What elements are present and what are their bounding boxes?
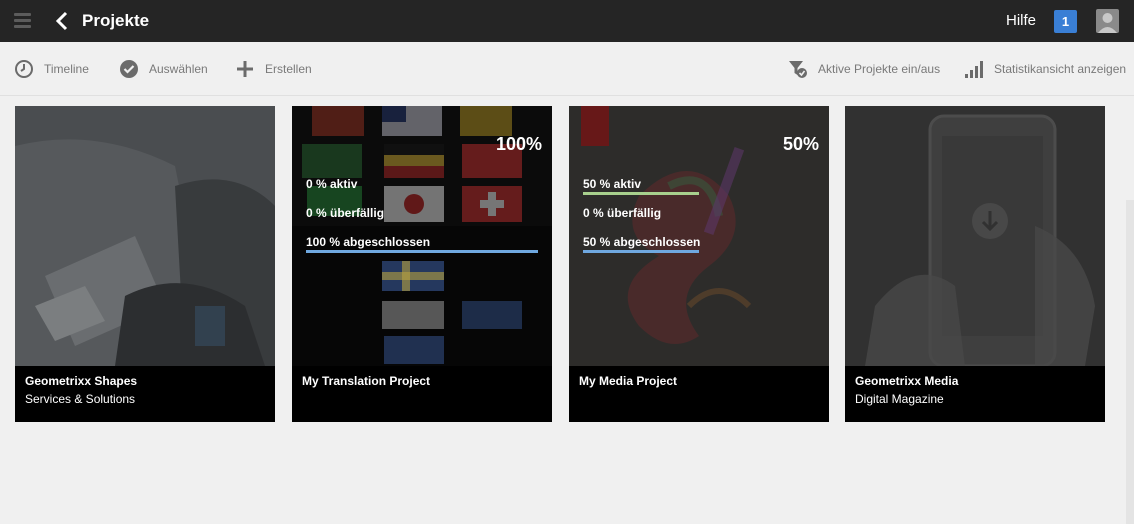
card-title: Geometrixx Media <box>855 374 959 388</box>
active-projects-toggle[interactable]: Aktive Projekte ein/aus <box>788 42 940 95</box>
active-projects-label: Aktive Projekte ein/aus <box>818 61 941 76</box>
stats-view-label: Statistikansicht anzeigen <box>994 61 1127 76</box>
scrollbar[interactable] <box>1126 200 1134 524</box>
project-card[interactable]: 50% 50 % aktiv 0 % überfällig 50 % abges… <box>569 106 829 422</box>
stat-overdue: 0 % überfällig <box>583 206 662 220</box>
stat-active: 0 % aktiv <box>306 177 358 191</box>
filter-check-icon <box>789 60 807 78</box>
active-progress-bar <box>583 192 699 195</box>
project-card[interactable]: Geometrixx Media Digital Magazine <box>845 106 1105 422</box>
clock-icon <box>15 59 33 78</box>
progress-percent: 100% <box>495 134 542 154</box>
select-button[interactable]: Auswählen <box>119 42 208 95</box>
card-subtitle: Digital Magazine <box>855 392 944 406</box>
card-title: My Media Project <box>579 374 678 388</box>
project-card[interactable]: 100% 0 % aktiv 0 % überfällig 100 % abge… <box>292 106 552 422</box>
completed-progress-bar <box>306 250 538 253</box>
card-title: My Translation Project <box>302 374 431 388</box>
card-title: Geometrixx Shapes <box>25 374 138 388</box>
completed-progress-bar <box>583 250 699 253</box>
menu-icon[interactable] <box>14 13 31 29</box>
stat-active: 50 % aktiv <box>583 177 642 191</box>
create-label: Erstellen <box>265 61 312 76</box>
card-footer: My Media Project <box>569 366 829 422</box>
card-footer: Geometrixx Shapes Services & Solutions <box>15 366 275 422</box>
timeline-button[interactable]: Timeline <box>14 42 89 95</box>
user-avatar-icon[interactable] <box>1096 9 1119 33</box>
timeline-label: Timeline <box>44 61 89 76</box>
bar-stats-icon <box>965 60 983 78</box>
help-link[interactable]: Hilfe <box>1006 12 1036 29</box>
stats-view-button[interactable]: Statistikansicht anzeigen <box>964 42 1126 95</box>
project-card[interactable]: Geometrixx Shapes Services & Solutions <box>15 106 275 422</box>
select-label: Auswählen <box>149 61 208 76</box>
page-title: Projekte <box>82 11 150 30</box>
check-circle-icon <box>120 59 138 78</box>
stat-completed: 50 % abgeschlossen <box>583 235 701 249</box>
card-thumbnail <box>845 106 1105 366</box>
card-footer: Geometrixx Media Digital Magazine <box>845 366 1105 422</box>
card-footer: My Translation Project <box>292 366 552 422</box>
stat-completed: 100 % abgeschlossen <box>306 235 431 249</box>
notification-badge[interactable]: 1 <box>1054 10 1077 33</box>
stat-overdue: 0 % überfällig <box>306 206 385 220</box>
action-toolbar: Timeline Auswählen Erstellen Aktive Proj… <box>0 42 1134 96</box>
card-thumbnail <box>15 106 275 366</box>
top-bar: Projekte Hilfe 1 <box>0 0 1134 42</box>
card-subtitle: Services & Solutions <box>25 392 136 406</box>
progress-percent: 50% <box>782 134 819 154</box>
plus-icon <box>237 60 253 77</box>
create-button[interactable]: Erstellen <box>235 42 312 95</box>
back-chevron-icon[interactable] <box>54 11 70 31</box>
project-grid: Geometrixx Shapes Services & Solutions 1… <box>0 96 1134 524</box>
